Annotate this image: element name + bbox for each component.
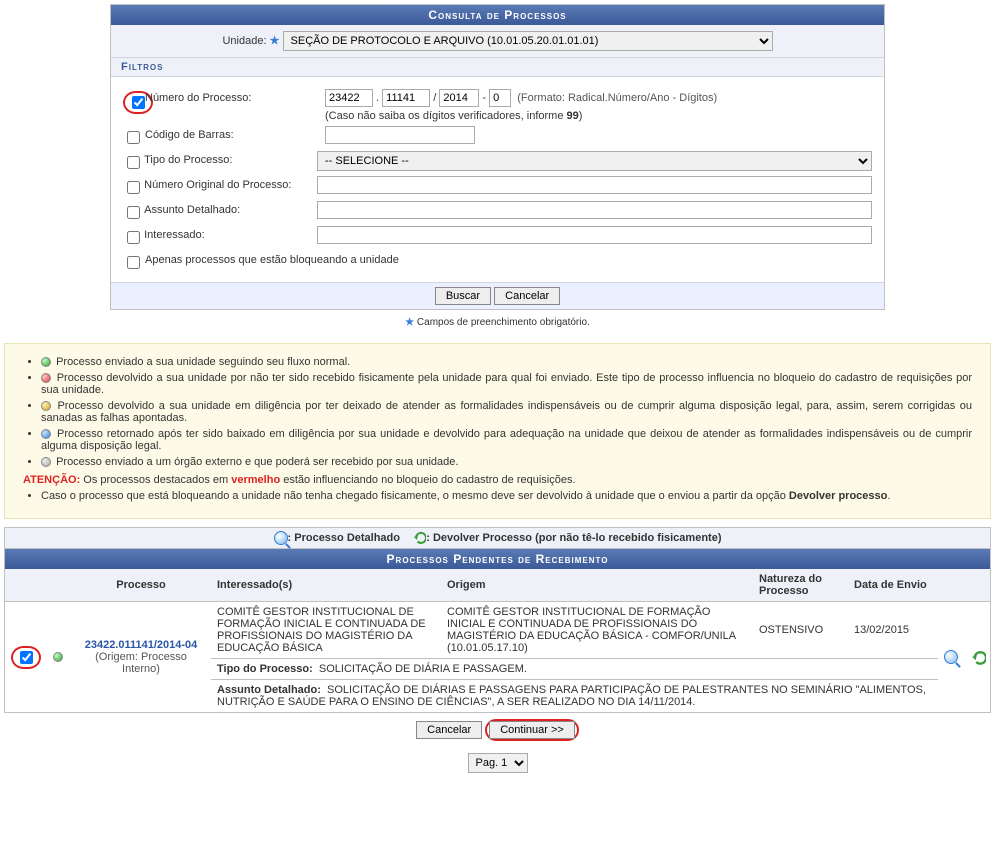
col-interessado: Interessado(s) — [211, 569, 441, 602]
table-row: 23422.011141/2014-04 (Origem: Processo I… — [5, 602, 991, 659]
required-note: Campos de preenchimento obrigatório. — [417, 317, 590, 328]
interessado-checkbox[interactable] — [127, 231, 140, 244]
atencao-post: estão influenciando no bloqueio do cadas… — [280, 474, 575, 486]
tipo-processo-select[interactable]: -- SELECIONE -- — [317, 151, 872, 171]
col-data: Data de Envio — [848, 569, 938, 602]
pagination-select[interactable]: Pag. 1 — [468, 753, 528, 773]
legend-box: Processo enviado a sua unidade seguindo … — [4, 343, 991, 519]
numero-original-label: Número Original do Processo: — [144, 176, 317, 191]
row-data: 13/02/2015 — [848, 602, 938, 659]
row-origem: COMITÊ GESTOR INSTITUCIONAL DE FORMAÇÃO … — [441, 602, 753, 659]
legend-bullet2-post: . — [887, 490, 890, 502]
unidade-label: Unidade: — [222, 35, 266, 47]
codigo-barras-label: Código de Barras: — [145, 126, 325, 141]
tipo-processo-label: Tipo do Processo: — [144, 151, 317, 166]
row-origem-small: (Origem: Processo Interno) — [77, 651, 205, 675]
assunto-checkbox[interactable] — [127, 206, 140, 219]
col-natureza: Natureza do Processo — [753, 569, 848, 602]
col-origem: Origem — [441, 569, 753, 602]
status-dot-green-icon — [41, 357, 51, 367]
row-select-checkbox[interactable] — [20, 651, 33, 664]
legend-yellow: Processo devolvido a sua unidade em dili… — [41, 400, 972, 424]
bloqueando-checkbox[interactable] — [127, 256, 140, 269]
numero-radical-input[interactable] — [325, 89, 373, 107]
bloqueando-label: Apenas processos que estão bloqueando a … — [145, 251, 399, 266]
numero-original-input[interactable] — [317, 176, 872, 194]
required-star-icon: ★ — [405, 317, 414, 328]
row-tipo-label: Tipo do Processo: — [217, 663, 313, 675]
required-star-icon: ★ — [270, 35, 280, 47]
legend-bullet2-bold: Devolver processo — [789, 490, 887, 502]
legend-grey: Processo enviado a um órgão externo e qu… — [56, 456, 458, 468]
unidade-select[interactable]: SEÇÃO DE PROTOCOLO E ARQUIVO (10.01.05.2… — [283, 31, 773, 51]
cancelar-button[interactable]: Cancelar — [494, 287, 560, 305]
interessado-input[interactable] — [317, 226, 872, 244]
tipo-processo-checkbox[interactable] — [127, 156, 140, 169]
iconbar-devolver: : Devolver Processo (por não tê-lo receb… — [426, 532, 721, 544]
assunto-input[interactable] — [317, 201, 872, 219]
cancelar-button[interactable]: Cancelar — [416, 721, 482, 739]
table-title: Processos Pendentes de Recebimento — [5, 549, 991, 569]
status-dot-red-icon — [41, 373, 51, 383]
row-assunto-label: Assunto Detalhado: — [217, 684, 321, 696]
atencao-pre: Os processos destacados em — [80, 474, 231, 486]
row-numero[interactable]: 23422.011141/2014-04 — [77, 639, 205, 651]
iconbar-detalhado: : Processo Detalhado — [288, 532, 400, 544]
col-processo: Processo — [71, 569, 211, 602]
magnifier-icon — [274, 531, 288, 545]
status-dot-green-icon — [53, 652, 63, 662]
panel-title: Consulta de Processos — [111, 5, 884, 25]
status-dot-blue-icon — [41, 429, 51, 439]
numero-numero-input[interactable] — [382, 89, 430, 107]
filtros-header: Filtros — [111, 58, 884, 77]
numero-processo-label: Número do Processo: — [145, 89, 325, 104]
undo-arrow-icon — [412, 531, 426, 545]
numero-format-hint: (Formato: Radical.Número/Ano - Dígitos) — [517, 92, 717, 104]
legend-red: Processo devolvido a sua unidade por não… — [41, 372, 972, 396]
assunto-label: Assunto Detalhado: — [144, 201, 317, 216]
atencao-label: ATENÇÃO: — [23, 474, 80, 486]
numero-hint-bold: 99 — [567, 110, 579, 122]
magnifier-icon[interactable] — [944, 650, 958, 664]
buscar-button[interactable]: Buscar — [435, 287, 491, 305]
numero-hint-pre: (Caso não saiba os dígitos verificadores… — [325, 110, 567, 122]
undo-arrow-icon[interactable] — [970, 650, 984, 664]
numero-processo-checkbox[interactable] — [132, 96, 145, 109]
numero-ano-input[interactable] — [439, 89, 479, 107]
status-dot-yellow-icon — [41, 401, 51, 411]
legend-green: Processo enviado a sua unidade seguindo … — [56, 356, 350, 368]
continuar-button[interactable]: Continuar >> — [489, 721, 575, 739]
row-interessado: COMITÊ GESTOR INSTITUCIONAL DE FORMAÇÃO … — [211, 602, 441, 659]
status-dot-grey-icon — [41, 457, 51, 467]
interessado-label: Interessado: — [144, 226, 317, 241]
numero-original-checkbox[interactable] — [127, 181, 140, 194]
atencao-word: vermelho — [231, 474, 280, 486]
legend-bullet2-pre: Caso o processo que está bloqueando a un… — [41, 490, 789, 502]
codigo-barras-input[interactable] — [325, 126, 475, 144]
row-assunto-value: SOLICITAÇÃO DE DIÁRIAS E PASSAGENS PARA … — [217, 684, 926, 708]
legend-blue: Processo retornado após ter sido baixado… — [41, 428, 972, 452]
row-tipo-value: SOLICITAÇÃO DE DIÁRIA E PASSAGEM. — [319, 663, 527, 675]
codigo-barras-checkbox[interactable] — [127, 131, 140, 144]
numero-digitos-input[interactable] — [489, 89, 511, 107]
row-natureza: OSTENSIVO — [753, 602, 848, 659]
numero-hint-post: ) — [579, 110, 583, 122]
